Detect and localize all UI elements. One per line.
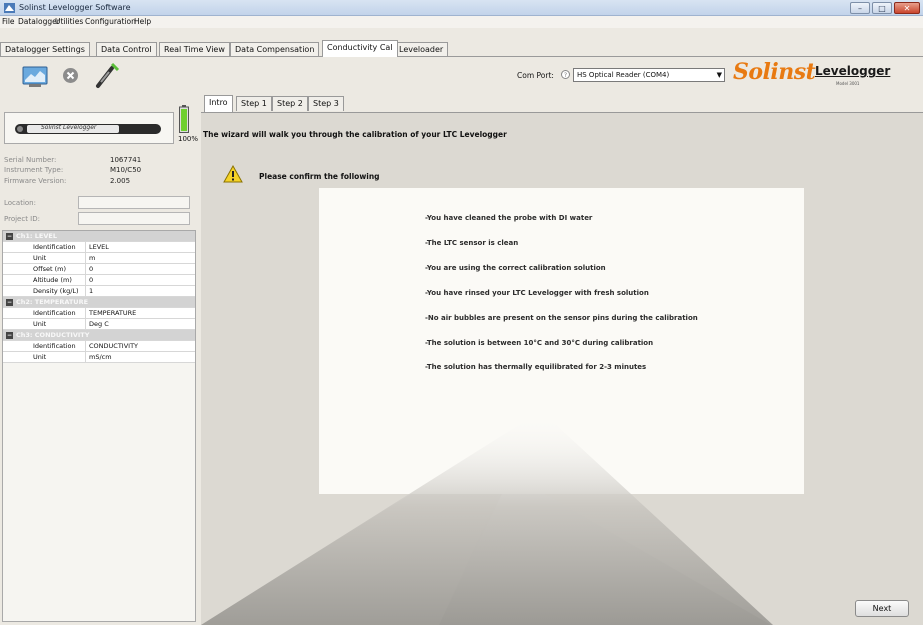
tab-step-3[interactable]: Step 3 [308,96,344,111]
location-input[interactable] [78,196,190,209]
menu-configuration[interactable]: Configuration [85,17,136,26]
tab-data-control[interactable]: Data Control [96,42,157,56]
chevron-down-icon: ▼ [716,71,722,79]
levelogger-logo-subtitle: Model 3001 [836,81,860,86]
battery-icon [179,105,189,133]
tab-leveloader[interactable]: Leveloader [394,42,449,56]
project-id-label: Project ID: [4,215,40,223]
channel-header[interactable]: − Ch3: CONDUCTIVITY [3,330,195,341]
checklist-item: -The solution has thermally equilibrated… [425,363,647,371]
checklist-item: -The LTC sensor is clean [425,239,519,247]
checklist-item: -You have cleaned the probe with DI wate… [425,214,593,222]
firmware-version-value: 2.005 [110,177,131,185]
table-row[interactable]: Altitude (m) 0 [3,275,195,286]
project-id-input[interactable] [78,212,190,225]
confirm-heading: Please confirm the following [259,172,380,181]
checklist-item: -The solution is between 10°C and 30°C d… [425,339,654,347]
collapse-icon[interactable]: − [6,299,13,306]
checklist-item: -You are using the correct calibration s… [425,264,606,272]
minimize-button[interactable]: – [850,2,870,14]
warning-icon [223,165,243,183]
levelogger-logo: Levelogger [815,64,891,78]
tab-intro[interactable]: Intro [204,95,233,112]
instrument-type-label: Instrument Type: [4,166,64,174]
serial-number-value: 1067741 [110,156,142,164]
table-row[interactable]: Identification CONDUCTIVITY [3,341,195,352]
serial-number-label: Serial Number: [4,156,57,164]
instrument-type-value: M10/C50 [110,166,142,174]
menu-bar: File Datalogger Utilities Configuration … [0,16,923,28]
tab-step-2[interactable]: Step 2 [272,96,308,111]
checklist-item: -You have rinsed your LTC Levelogger wit… [425,289,649,297]
device-image-box: Solinst Levelogger [4,112,174,144]
table-row[interactable]: Offset (m) 0 [3,264,195,275]
title-bar: Solinst Levelogger Software – □ ✕ [0,0,923,16]
help-icon[interactable]: ? [561,70,570,79]
app-icon [4,3,15,13]
menu-datalogger[interactable]: Datalogger [18,17,60,26]
channel-header[interactable]: − Ch2: TEMPERATURE [3,297,195,308]
table-row[interactable]: Unit Deg C [3,319,195,330]
table-row[interactable]: Density (kg/L) 1 [3,286,195,297]
solinst-logo: Solinst [733,59,816,85]
collapse-icon[interactable]: − [6,233,13,240]
tab-data-compensation[interactable]: Data Compensation [230,42,320,56]
table-row[interactable]: Identification LEVEL [3,242,195,253]
main-tabs: Datalogger Settings Data Control Real Ti… [0,28,923,57]
channel-settings-grid: − Ch1: LEVEL Identification LEVEL Unit m Of… [2,230,196,622]
tab-step-1[interactable]: Step 1 [236,96,272,111]
firmware-version-label: Firmware Version: [4,177,67,185]
table-row[interactable]: Unit mS/cm [3,352,195,363]
maximize-button[interactable]: □ [872,2,892,14]
probe-connect-icon[interactable] [92,60,122,90]
close-button[interactable]: ✕ [894,2,920,14]
checklist-item: -No air bubbles are present on the senso… [425,314,698,322]
device-label: Solinst Levelogger [41,124,97,131]
location-label: Location: [4,199,36,207]
stop-icon[interactable] [62,67,79,84]
table-row[interactable]: Unit m [3,253,195,264]
com-port-value: HS Optical Reader (COM4) [577,71,670,79]
menu-help[interactable]: Help [134,17,151,26]
table-row[interactable]: Identification TEMPERATURE [3,308,195,319]
com-port-select[interactable]: HS Optical Reader (COM4) ▼ [573,68,725,82]
retrieve-icon[interactable] [20,63,50,89]
next-button[interactable]: Next [855,600,909,617]
battery-percent: 100% [178,135,199,143]
com-port-label: Com Port: [517,71,554,80]
collapse-icon[interactable]: − [6,332,13,339]
tab-datalogger-settings[interactable]: Datalogger Settings [0,42,90,56]
menu-utilities[interactable]: Utilities [55,17,83,26]
channel-header[interactable]: − Ch1: LEVEL [3,231,195,242]
tab-real-time-view[interactable]: Real Time View [159,42,230,56]
wizard-intro-text: The wizard will walk you through the cal… [203,130,507,139]
window-title: Solinst Levelogger Software [19,3,131,12]
menu-file[interactable]: File [2,17,15,26]
tab-conductivity-cal[interactable]: Conductivity Cal [322,40,398,57]
